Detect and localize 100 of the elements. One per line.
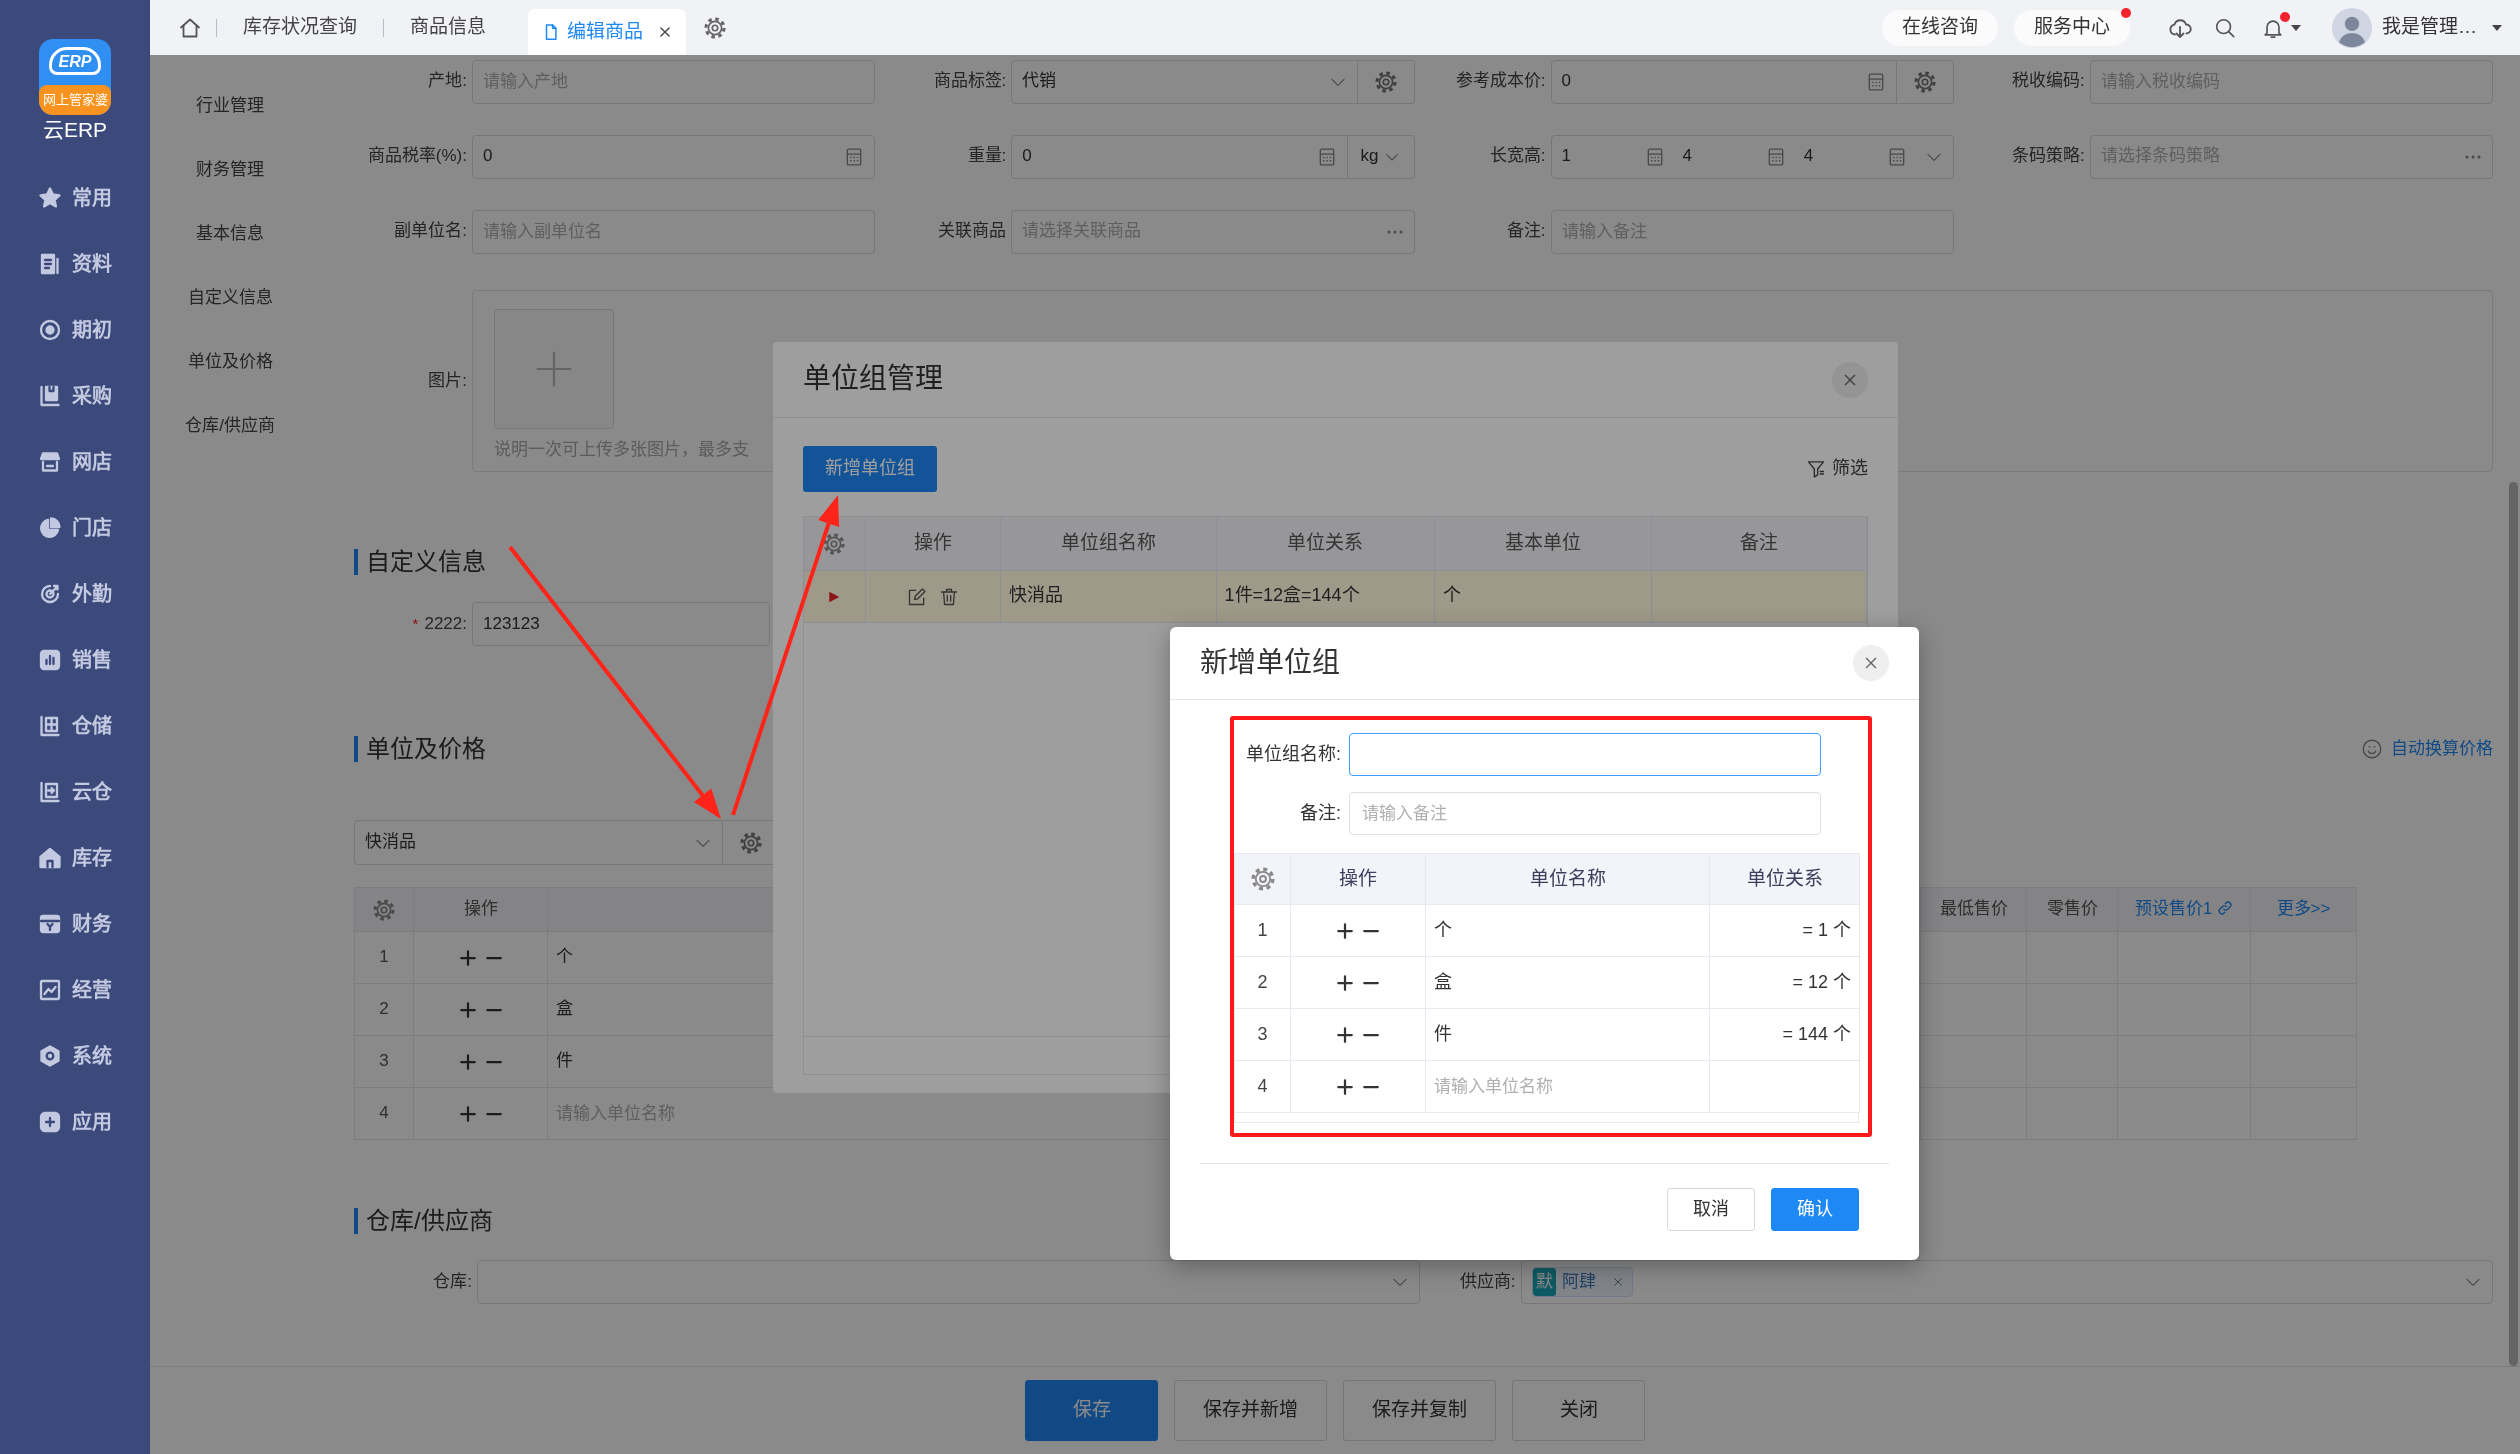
sidebar-item[interactable]: 库存 — [38, 825, 112, 891]
plus-icon[interactable] — [458, 1104, 477, 1123]
field-label: 长宽高: — [1488, 145, 1547, 168]
section-link[interactable]: 基本信息 — [150, 202, 310, 266]
number-input[interactable]: 4 — [1803, 145, 1881, 168]
footer-button[interactable]: 保存并复制 — [1343, 1380, 1496, 1441]
star-icon — [38, 186, 62, 210]
sidebar-item[interactable]: 销售 — [38, 627, 112, 693]
plus-icon[interactable] — [458, 1000, 477, 1019]
number-field[interactable]: 0 — [472, 134, 876, 179]
gear-icon — [740, 831, 762, 854]
sidebar-item[interactable]: 常用 — [38, 165, 112, 231]
table-row[interactable]: 快消品 1件=12盒=144个 个 — [804, 570, 1867, 622]
number-field[interactable]: 0 — [1550, 59, 1897, 104]
dimensions-field[interactable]: 1 4 4 — [1550, 134, 1954, 179]
smiley-icon[interactable] — [2361, 738, 2383, 760]
number-field[interactable]: 0 — [1011, 134, 1348, 179]
sidebar-item[interactable]: 采购 — [38, 363, 112, 429]
user-name[interactable]: 我是管理… — [2382, 15, 2477, 40]
settings-button[interactable] — [1896, 59, 1954, 104]
trash-icon[interactable] — [938, 586, 959, 607]
row-number: 1 — [1234, 904, 1291, 957]
column-header: 操作 — [413, 887, 548, 932]
column-header: 基本单位 — [1434, 517, 1651, 570]
tab[interactable]: 编辑商品 — [528, 9, 686, 55]
select-field[interactable]: 快消品 — [354, 820, 723, 865]
document-icon — [38, 252, 62, 276]
sidebar-item[interactable]: 仓储 — [38, 693, 112, 759]
gear-icon[interactable] — [373, 898, 395, 921]
avatar-icon[interactable] — [2332, 7, 2372, 48]
bar-chart-icon — [38, 648, 62, 672]
search-icon[interactable] — [2214, 16, 2236, 39]
footer-button[interactable]: 保存 — [1025, 1380, 1158, 1441]
sidebar-item[interactable]: 财务 — [38, 891, 112, 957]
filter-button[interactable]: 筛选 — [1806, 457, 1868, 481]
plus-icon[interactable] — [1336, 1026, 1354, 1045]
footer-button[interactable]: 保存并新增 — [1174, 1380, 1327, 1441]
unit-name-cell[interactable]: 请输入单位名称 — [1425, 1060, 1710, 1113]
plus-icon[interactable] — [458, 1052, 477, 1071]
sidebar-item[interactable]: 系统 — [38, 1023, 112, 1089]
field-label: 条码策略: — [2011, 145, 2086, 168]
text-field[interactable]: 123123 — [472, 602, 770, 646]
section-link[interactable]: 仓库/供应商 — [150, 394, 310, 458]
close-button[interactable] — [1853, 645, 1889, 681]
column-header: 单位关系 — [1709, 853, 1860, 905]
number-input[interactable]: 0 — [483, 145, 837, 168]
select-field[interactable]: 代销 — [1011, 59, 1358, 104]
field-label: 产地: — [427, 70, 468, 93]
edit-icon[interactable] — [906, 586, 927, 607]
field-label: 关联商品 — [937, 220, 1008, 243]
gear-icon[interactable] — [1250, 867, 1275, 892]
select-field[interactable] — [477, 1260, 1420, 1304]
add-group-button[interactable]: 新增单位组 — [803, 446, 937, 492]
header-button[interactable]: 服务中心 — [2014, 9, 2130, 46]
section-link[interactable]: 行业管理 — [150, 74, 310, 138]
sidebar-item[interactable]: 云仓 — [38, 759, 112, 825]
hexagon-icon — [38, 1044, 62, 1068]
footer-button[interactable]: 关闭 — [1512, 1380, 1645, 1441]
close-icon[interactable] — [658, 25, 672, 39]
sidebar-item[interactable]: 经营 — [38, 957, 112, 1023]
sidebar-item[interactable]: 网店 — [38, 429, 112, 495]
dialog-button[interactable]: 取消 — [1667, 1188, 1755, 1231]
link-icon[interactable] — [2217, 900, 2234, 917]
plus-icon[interactable] — [1336, 974, 1354, 993]
close-button[interactable] — [1832, 361, 1868, 398]
number-input[interactable]: 0 — [1022, 145, 1309, 168]
supplier-tag[interactable]: 默 阿肆 — [1531, 1267, 1633, 1297]
sidebar-item[interactable]: 门店 — [38, 495, 112, 561]
gear-icon[interactable] — [704, 16, 726, 39]
supplier-select[interactable]: 默 阿肆 — [1520, 1260, 2493, 1304]
number-input[interactable]: 1 — [1561, 145, 1639, 168]
row-number: 4 — [354, 1087, 414, 1140]
table-cell: = 1 个 — [1709, 904, 1860, 957]
settings-button[interactable] — [1357, 59, 1415, 104]
column-header: 单位关系 — [1216, 517, 1434, 570]
section-link[interactable]: 单位及价格 — [150, 330, 310, 394]
scrollbar-thumb[interactable] — [2509, 482, 2518, 1366]
auto-convert-link[interactable]: 自动换算价格 — [2391, 737, 2493, 761]
number-input[interactable]: 4 — [1682, 145, 1760, 168]
sidebar-item[interactable]: 资料 — [38, 231, 112, 297]
sidebar-item[interactable]: 应用 — [38, 1089, 112, 1155]
sidebar-item[interactable]: 外勤 — [38, 561, 112, 627]
tab[interactable]: 商品信息 — [384, 15, 512, 40]
plus-icon[interactable] — [1336, 922, 1354, 941]
plus-icon[interactable] — [1336, 1078, 1354, 1097]
gear-icon[interactable] — [823, 532, 846, 555]
unit-select[interactable]: kg — [1347, 134, 1415, 179]
tab[interactable]: 库存状况查询 — [217, 15, 383, 40]
dialog-button[interactable]: 确认 — [1771, 1188, 1859, 1231]
number-input[interactable]: 0 — [1561, 70, 1858, 93]
logo-badge: 网上管家婆 — [39, 85, 111, 115]
sidebar-item[interactable]: 期初 — [38, 297, 112, 363]
column-header: 最低售价 — [1920, 887, 2027, 932]
header-button[interactable]: 在线咨询 — [1882, 9, 1998, 46]
text-field[interactable] — [1349, 733, 1821, 776]
section-link[interactable]: 财务管理 — [150, 138, 310, 202]
plus-icon[interactable] — [458, 948, 477, 967]
section-title: 自定义信息 — [354, 549, 486, 575]
section-link[interactable]: 自定义信息 — [150, 266, 310, 330]
gear-icon — [1374, 70, 1397, 93]
